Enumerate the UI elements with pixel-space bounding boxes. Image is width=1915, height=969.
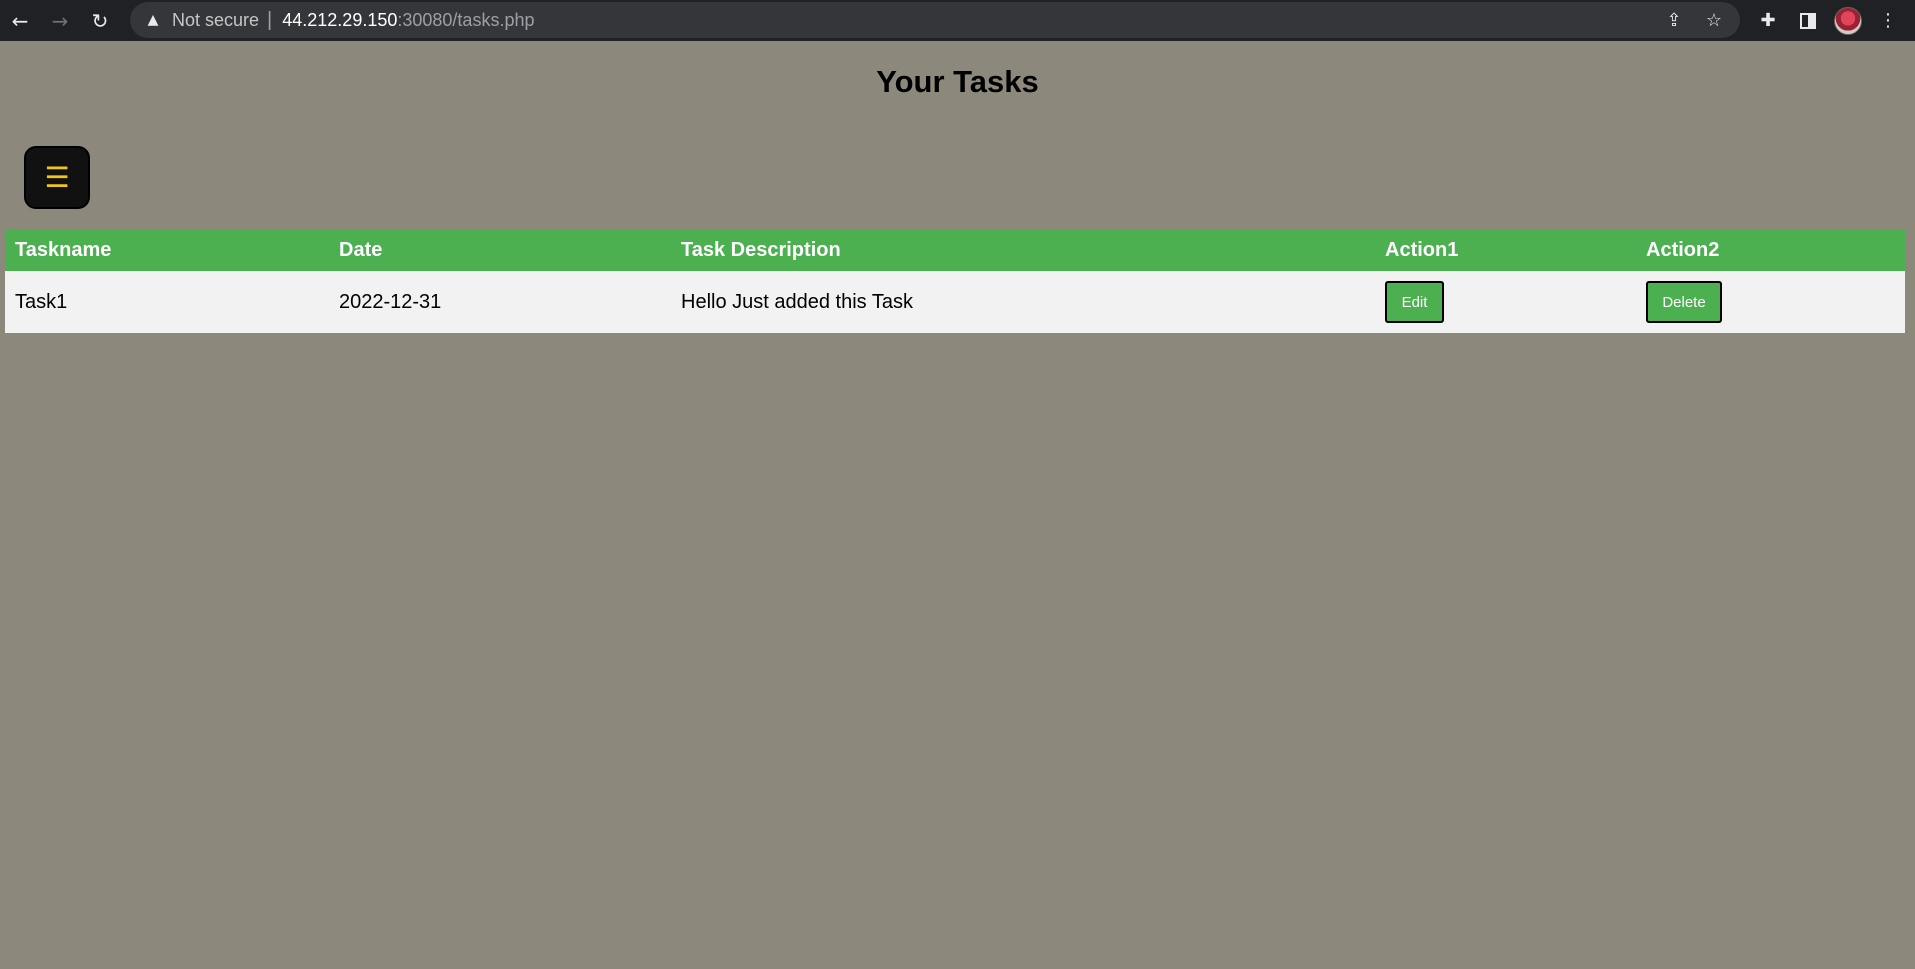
forward-arrow-icon[interactable]: → (40, 2, 80, 40)
cell-action1: Edit (1375, 271, 1636, 333)
hamburger-menu-button[interactable]: ☰ (24, 146, 90, 209)
url-separator: | (267, 8, 273, 31)
column-header-action2: Action2 (1636, 229, 1905, 271)
address-bar[interactable]: ▲ Not secure | 44.212.29.150:30080/tasks… (130, 2, 1740, 38)
page-title: Your Tasks (876, 64, 1039, 99)
edit-button[interactable]: Edit (1385, 281, 1444, 323)
side-panel-icon-button[interactable] (1788, 2, 1828, 40)
omnibox-actions: ⇪ ☆ (1654, 2, 1734, 38)
column-header-date: Date (329, 229, 671, 271)
security-label[interactable]: Not secure (172, 10, 259, 31)
cell-taskname: Task1 (5, 271, 329, 333)
column-header-taskname: Taskname (5, 229, 329, 271)
cell-description: Hello Just added this Task (671, 271, 1375, 333)
back-arrow-icon[interactable]: ← (0, 2, 40, 40)
column-header-action1: Action1 (1375, 229, 1636, 271)
side-panel-icon (1800, 12, 1816, 29)
reload-icon[interactable]: ↻ (80, 2, 120, 40)
toolbar-actions: ✚ ⋮ (1748, 0, 1908, 41)
url-path: :30080/tasks.php (397, 9, 535, 30)
browser-toolbar: ← → ↻ ▲ Not secure | 44.212.29.150:30080… (0, 0, 1915, 41)
delete-button[interactable]: Delete (1646, 281, 1722, 323)
profile-button[interactable] (1828, 2, 1868, 40)
url-host: 44.212.29.150 (282, 9, 398, 30)
table-row: Task1 2022-12-31 Hello Just added this T… (5, 271, 1905, 333)
star-icon[interactable]: ☆ (1694, 2, 1734, 38)
warning-icon: ▲ (147, 12, 159, 28)
tasks-table: Taskname Date Task Description Action1 A… (5, 229, 1905, 333)
kebab-menu-icon[interactable]: ⋮ (1868, 2, 1908, 40)
avatar (1834, 6, 1862, 35)
column-header-description: Task Description (671, 229, 1375, 271)
share-icon[interactable]: ⇪ (1654, 2, 1694, 38)
hamburger-icon: ☰ (44, 161, 70, 194)
puzzle-icon[interactable]: ✚ (1748, 2, 1788, 40)
cell-action2: Delete (1636, 271, 1905, 333)
cell-date: 2022-12-31 (329, 271, 671, 333)
table-header-row: Taskname Date Task Description Action1 A… (5, 229, 1905, 271)
